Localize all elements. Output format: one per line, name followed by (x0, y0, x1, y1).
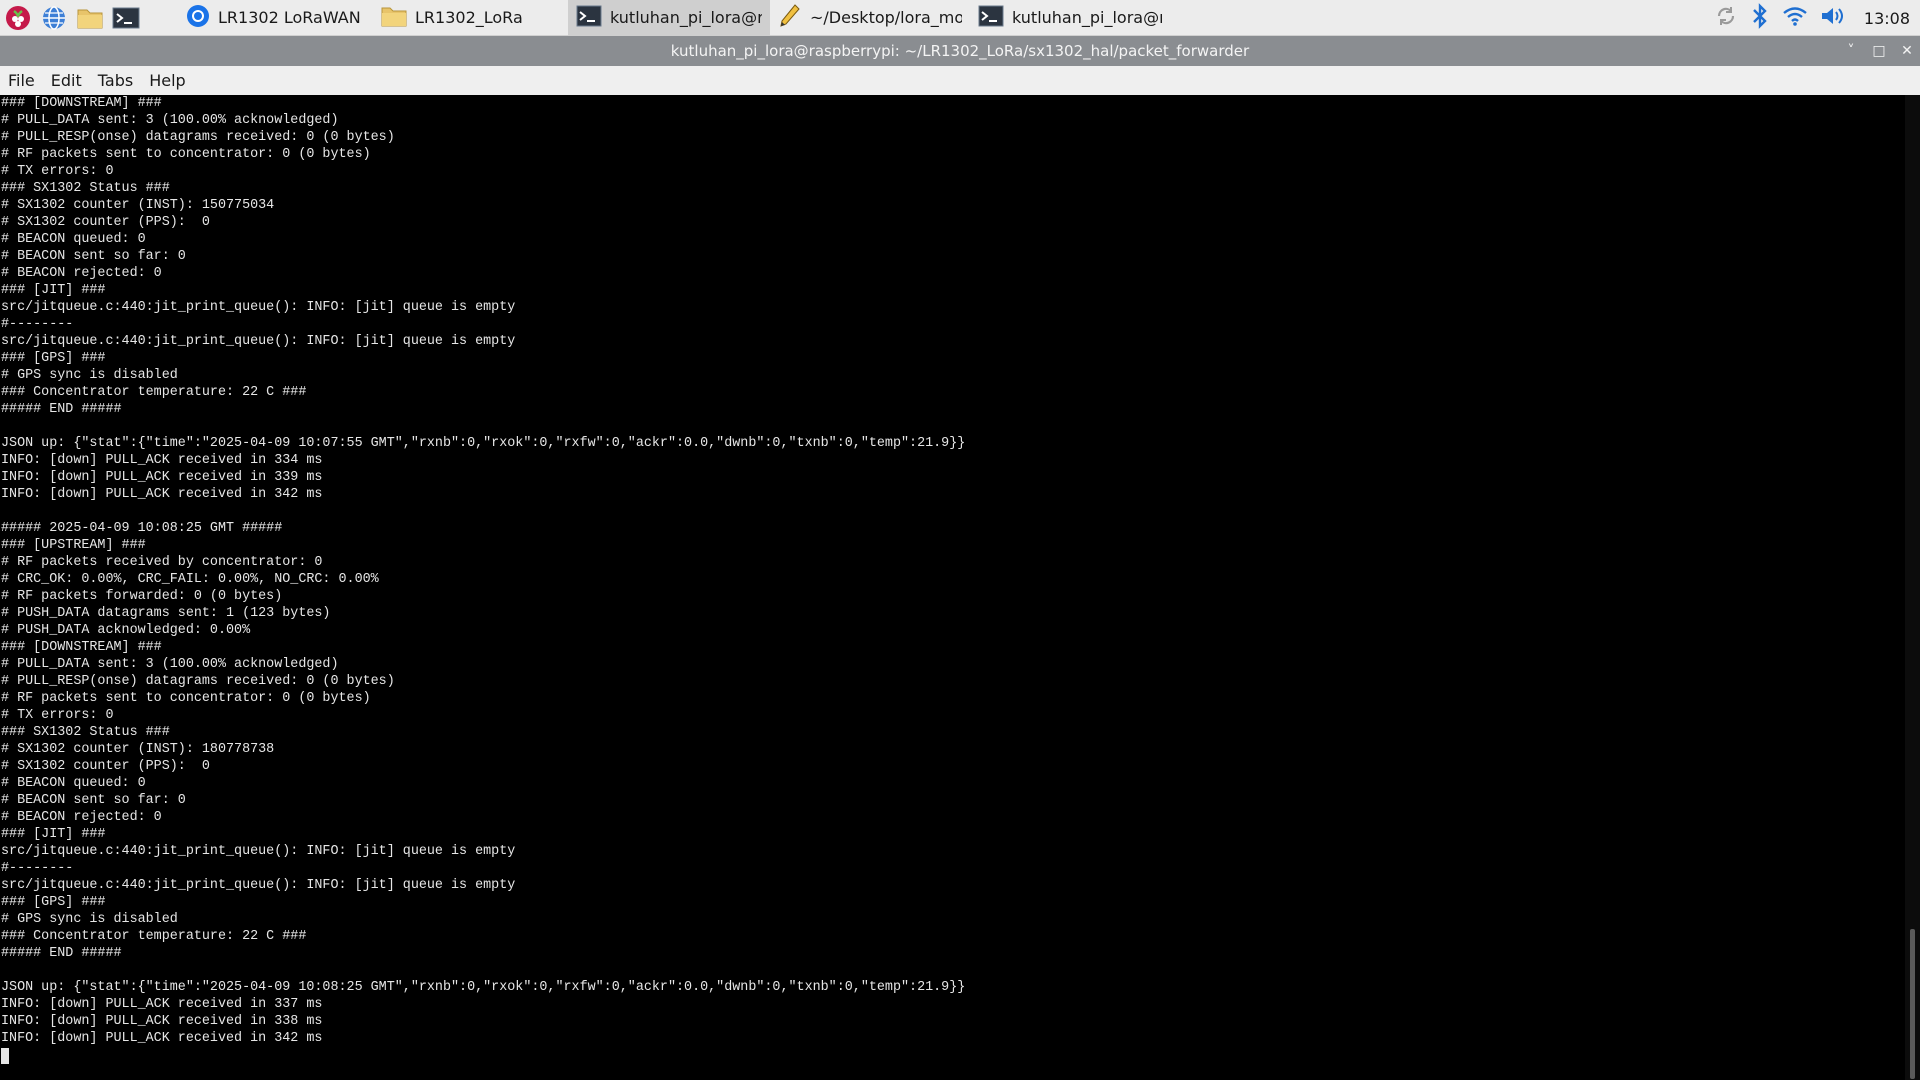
terminal-line: # BEACON rejected: 0 (1, 810, 162, 825)
maximize-icon[interactable]: □ (1872, 43, 1886, 59)
terminal-line: # GPS sync is disabled (1, 368, 178, 383)
taskbar-task-folder[interactable]: LR1302_LoRa (373, 0, 568, 36)
terminal-line: src/jitqueue.c:440:jit_print_queue(): IN… (1, 878, 516, 893)
terminal-prompt-line[interactable] (1, 1047, 1905, 1064)
terminal-line: src/jitqueue.c:440:jit_print_queue(): IN… (1, 844, 516, 859)
terminal-line: ### [DOWNSTREAM] ### (1, 640, 162, 655)
task-label: LR1302 LoRaWAN G.. (218, 8, 365, 27)
task-label: kutluhan_pi_lora@ra.. (1012, 8, 1162, 27)
menu-file[interactable]: File (0, 71, 43, 90)
terminal-line: ##### END ##### (1, 946, 122, 961)
terminal-line: # SX1302 counter (PPS): 0 (1, 759, 210, 774)
terminal-output[interactable]: ### [DOWNSTREAM] ### # PULL_DATA sent: 3 … (0, 95, 1905, 1080)
wifi-icon[interactable] (1782, 5, 1808, 31)
bluetooth-icon[interactable] (1750, 3, 1770, 33)
terminal-line: ##### END ##### (1, 402, 122, 417)
folder-icon (381, 5, 407, 31)
text-editor-icon (778, 3, 802, 33)
terminal-line: # PUSH_DATA datagrams sent: 1 (123 bytes… (1, 606, 331, 621)
system-tray: 13:08 (1714, 0, 1920, 36)
terminal-line: # RF packets forwarded: 0 (0 bytes) (1, 589, 283, 604)
taskbar-task-text-editor[interactable]: ~/Desktop/lora_mod.. (770, 0, 970, 36)
terminal-line: JSON up: {"stat":{"time":"2025-04-09 10:… (1, 980, 966, 995)
terminal-line: JSON up: {"stat":{"time":"2025-04-09 10:… (1, 436, 966, 451)
terminal-line: ### SX1302 Status ### (1, 725, 170, 740)
terminal-line: INFO: [down] PULL_ACK received in 342 ms (1, 1031, 323, 1046)
terminal-icon (978, 5, 1004, 31)
terminal-line: ### [JIT] ### (1, 827, 106, 842)
scrollbar-thumb[interactable] (1910, 929, 1915, 1079)
terminal-scrollbar[interactable] (1905, 95, 1920, 1080)
terminal-line: INFO: [down] PULL_ACK received in 338 ms (1, 1014, 323, 1029)
terminal-line: ### [JIT] ### (1, 283, 106, 298)
terminal-line: INFO: [down] PULL_ACK received in 342 ms (1, 487, 323, 502)
terminal-line: # PULL_RESP(onse) datagrams received: 0 … (1, 674, 395, 689)
web-browser-icon[interactable] (36, 0, 72, 36)
menu-edit[interactable]: Edit (43, 71, 90, 90)
terminal-line: # SX1302 counter (INST): 150775034 (1, 198, 275, 213)
terminal-line: # CRC_OK: 0.00%, CRC_FAIL: 0.00%, NO_CRC… (1, 572, 379, 587)
terminal-lines: ### [DOWNSTREAM] ### # PULL_DATA sent: 3 … (0, 95, 1905, 1064)
terminal-cursor (1, 1048, 9, 1064)
taskbar-task-terminal-active[interactable]: kutluhan_pi_lora@ra.. (568, 0, 770, 36)
menu-tabs[interactable]: Tabs (90, 71, 141, 90)
terminal-line: #-------- (1, 861, 74, 876)
window-title: kutluhan_pi_lora@raspberrypi: ~/LR1302_L… (670, 42, 1250, 60)
terminal-line: src/jitqueue.c:440:jit_print_queue(): IN… (1, 300, 516, 315)
task-label: LR1302_LoRa (415, 8, 523, 27)
task-label: ~/Desktop/lora_mod.. (810, 8, 962, 27)
terminal-line: # PULL_DATA sent: 3 (100.00% acknowledge… (1, 657, 339, 672)
terminal-line: # PUSH_DATA acknowledged: 0.00% (1, 623, 251, 638)
terminal-line: # RF packets sent to concentrator: 0 (0 … (1, 691, 371, 706)
task-label: kutluhan_pi_lora@ra.. (610, 8, 762, 27)
terminal-line: ### [UPSTREAM] ### (1, 538, 146, 553)
terminal-line: ### [GPS] ### (1, 895, 106, 910)
menu-bar: File Edit Tabs Help (0, 66, 1920, 95)
terminal-line: # BEACON queued: 0 (1, 776, 146, 791)
window-controls: ˅ □ ✕ (1844, 36, 1914, 66)
taskbar-task-terminal[interactable]: kutluhan_pi_lora@ra.. (970, 0, 1170, 36)
taskbar: LR1302 LoRaWAN G.. LR1302_LoRa kutluhan_… (0, 0, 1920, 36)
terminal-line: # TX errors: 0 (1, 164, 114, 179)
terminal-line: ##### 2025-04-09 10:08:25 GMT ##### (1, 521, 283, 536)
terminal-icon (576, 5, 602, 31)
file-manager-icon[interactable] (72, 0, 108, 36)
terminal-line: # SX1302 counter (INST): 180778738 (1, 742, 275, 757)
taskbar-task-chromium[interactable]: LR1302 LoRaWAN G.. (178, 0, 373, 36)
menu-help[interactable]: Help (141, 71, 193, 90)
terminal-line: # RF packets received by concentrator: 0 (1, 555, 323, 570)
terminal-line: INFO: [down] PULL_ACK received in 337 ms (1, 997, 323, 1012)
clock[interactable]: 13:08 (1864, 9, 1910, 28)
update-icon[interactable] (1714, 4, 1738, 32)
terminal-line: #-------- (1, 317, 74, 332)
terminal-line: # BEACON sent so far: 0 (1, 249, 186, 264)
terminal-line: # TX errors: 0 (1, 708, 114, 723)
close-icon[interactable]: ✕ (1900, 43, 1914, 59)
chromium-icon (186, 4, 210, 32)
terminal-line: src/jitqueue.c:440:jit_print_queue(): IN… (1, 334, 516, 349)
minimize-icon[interactable]: ˅ (1844, 43, 1858, 59)
terminal-line: # BEACON sent so far: 0 (1, 793, 186, 808)
terminal-line: ### SX1302 Status ### (1, 181, 170, 196)
terminal-line: INFO: [down] PULL_ACK received in 334 ms (1, 453, 323, 468)
terminal-line: ### [DOWNSTREAM] ### (1, 96, 162, 111)
volume-icon[interactable] (1820, 5, 1846, 31)
terminal-line: # SX1302 counter (PPS): 0 (1, 215, 210, 230)
raspberry-pi-menu-icon[interactable] (0, 0, 36, 36)
terminal-icon[interactable] (108, 0, 144, 36)
terminal-line: ### Concentrator temperature: 22 C ### (1, 929, 307, 944)
terminal-line: # BEACON rejected: 0 (1, 266, 162, 281)
terminal-line: # BEACON queued: 0 (1, 232, 146, 247)
terminal-line: ### Concentrator temperature: 22 C ### (1, 385, 307, 400)
terminal-line: INFO: [down] PULL_ACK received in 339 ms (1, 470, 323, 485)
terminal-line: ### [GPS] ### (1, 351, 106, 366)
terminal-line: # RF packets sent to concentrator: 0 (0 … (1, 147, 371, 162)
terminal-line: # PULL_DATA sent: 3 (100.00% acknowledge… (1, 113, 339, 128)
terminal-line: # GPS sync is disabled (1, 912, 178, 927)
window-title-bar[interactable]: kutluhan_pi_lora@raspberrypi: ~/LR1302_L… (0, 36, 1920, 66)
terminal-line: # PULL_RESP(onse) datagrams received: 0 … (1, 130, 395, 145)
